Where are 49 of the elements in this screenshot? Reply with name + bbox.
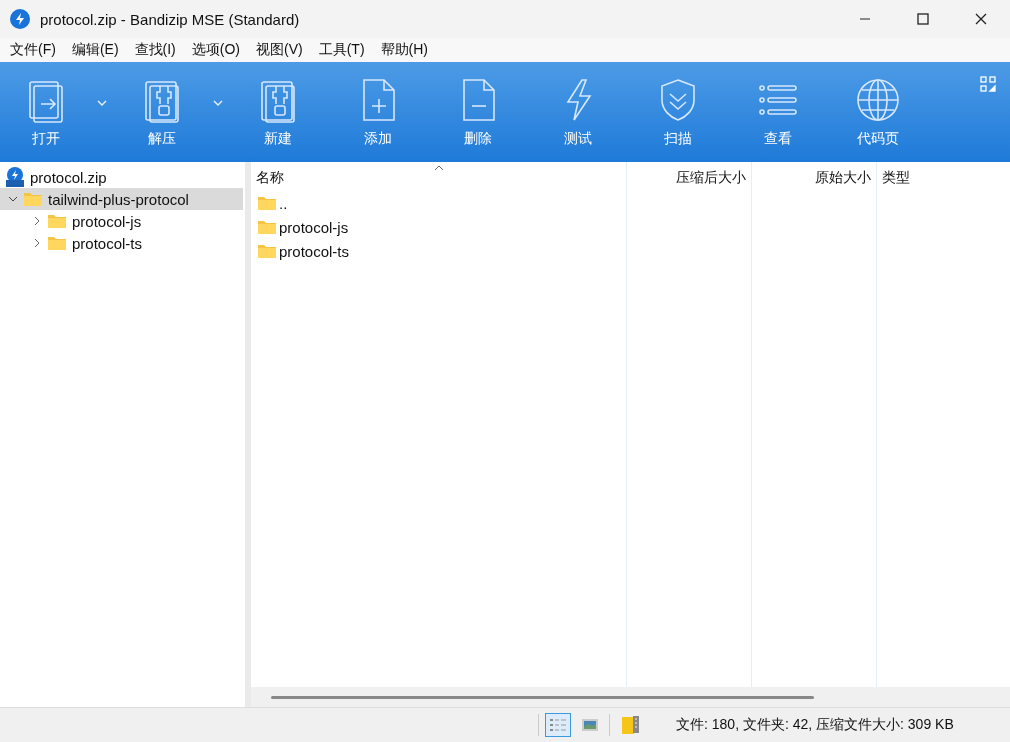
menu-item[interactable]: 帮助(H)	[372, 39, 436, 61]
menu-item[interactable]: 选项(O)	[183, 39, 248, 61]
tree-item[interactable]: protocol.zip	[0, 166, 243, 188]
menu-item[interactable]: 查找(I)	[126, 39, 184, 61]
image-icon	[580, 716, 600, 734]
tree-item[interactable]: protocol-ts	[0, 232, 243, 254]
toolbar-button[interactable]: 扫描	[636, 62, 720, 148]
app-logo-icon	[10, 9, 30, 29]
list-icon	[548, 716, 568, 734]
toolbar-button[interactable]: 添加	[336, 62, 420, 148]
file-row[interactable]: ..	[251, 191, 626, 215]
zip-archive-icon	[5, 167, 25, 187]
menu-item[interactable]: 视图(V)	[248, 39, 311, 61]
tree-item[interactable]: tailwind-plus-protocol	[0, 188, 243, 210]
column-header[interactable]: 压缩后大小	[671, 169, 751, 187]
column-header[interactable]: 名称	[251, 169, 289, 187]
folder-icon	[257, 243, 277, 259]
toolbar-button[interactable]: 解压	[120, 62, 204, 148]
chevron-down-icon[interactable]	[8, 194, 18, 204]
archive-folder-icon[interactable]	[620, 714, 642, 736]
column-header[interactable]: 原始大小	[810, 169, 876, 187]
toolbar-button[interactable]: 新建	[236, 62, 320, 148]
chevron-right-icon[interactable]	[32, 216, 42, 226]
folder-icon	[47, 213, 67, 229]
folder-icon	[257, 195, 277, 211]
toolbar-button[interactable]: 查看	[736, 62, 820, 148]
maximize-icon	[917, 13, 929, 25]
menu-item[interactable]: 文件(F)	[2, 39, 64, 61]
details-view-button[interactable]	[545, 713, 571, 737]
menu-item[interactable]: 编辑(E)	[63, 39, 127, 61]
folder-icon	[257, 219, 277, 235]
folder-icon	[23, 191, 43, 207]
folder-icon	[47, 235, 67, 251]
layout-grid-icon[interactable]	[980, 76, 996, 92]
toolbar-button[interactable]: 删除	[436, 62, 520, 148]
tree-item[interactable]: protocol-js	[0, 210, 243, 232]
column-header[interactable]: 类型	[877, 169, 915, 187]
window-title: protocol.zip - Bandizip MSE (Standard)	[40, 10, 300, 28]
status-text: 文件: 180, 文件夹: 42, 压缩文件大小: 309 KB	[676, 716, 954, 734]
toolbar-button[interactable]: 测试	[536, 62, 620, 148]
toolbar-button[interactable]: 打开	[4, 62, 88, 148]
globe-icon	[856, 76, 900, 124]
chevron-right-icon[interactable]	[32, 238, 42, 248]
file-row[interactable]: protocol-js	[251, 215, 626, 239]
toolbar-button[interactable]: 代码页	[836, 62, 920, 148]
close-icon	[975, 13, 987, 25]
file-row[interactable]: protocol-ts	[251, 239, 626, 263]
menu-item[interactable]: 工具(T)	[310, 39, 373, 61]
horizontal-scrollbar[interactable]	[251, 687, 1010, 707]
